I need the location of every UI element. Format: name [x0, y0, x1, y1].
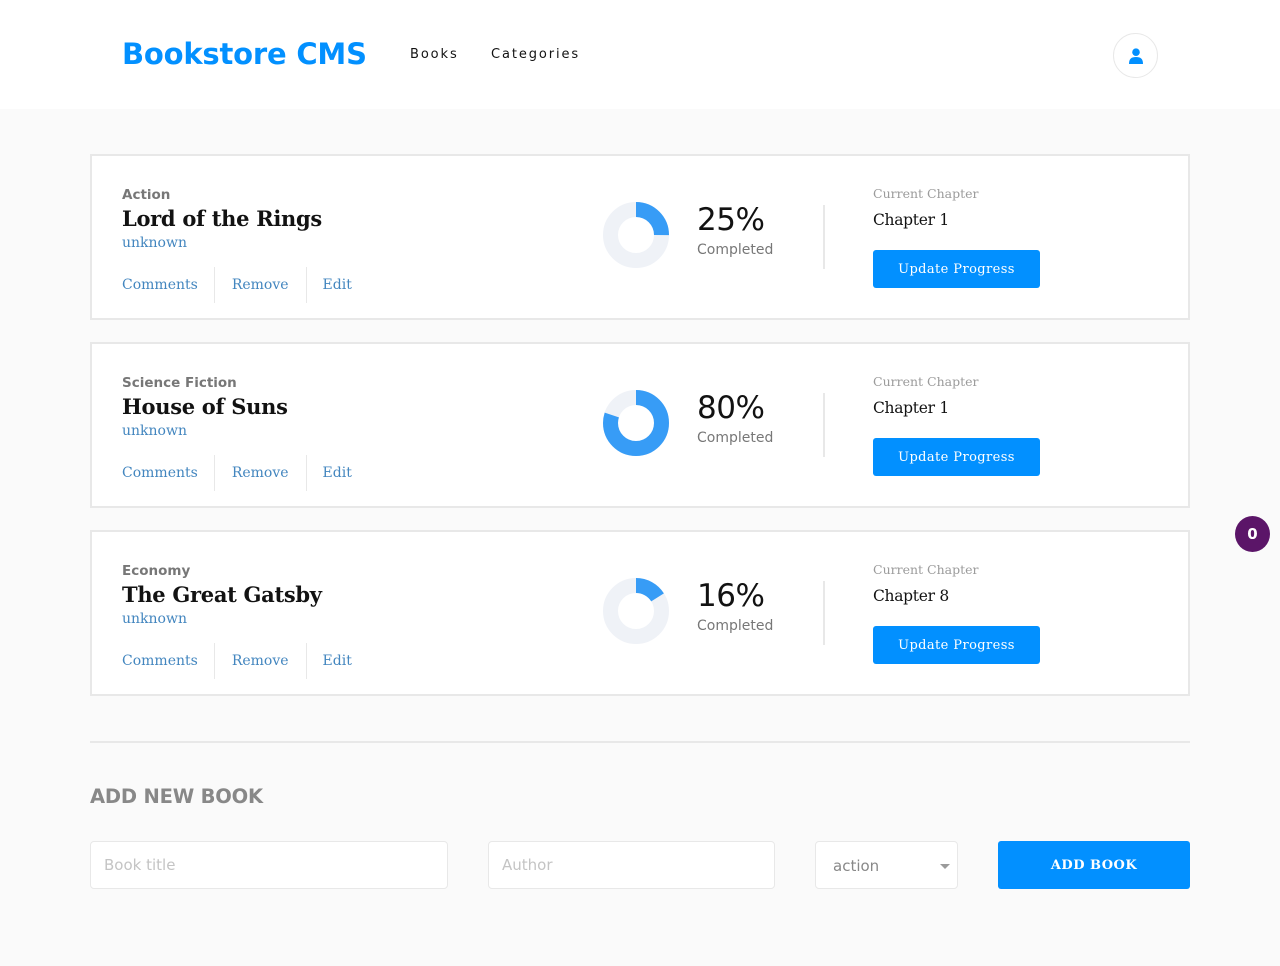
comments-button[interactable]: Comments	[122, 652, 214, 670]
remove-button[interactable]: Remove	[215, 276, 306, 294]
book-title: The Great Gatsby	[122, 582, 322, 607]
book-actions: Comments Remove Edit	[122, 455, 352, 491]
book-actions: Comments Remove Edit	[122, 267, 352, 303]
add-book-button[interactable]: ADD BOOK	[998, 841, 1190, 889]
progress-circle	[603, 390, 669, 456]
app-header: Bookstore CMS Books Categories	[0, 0, 1280, 109]
update-progress-button[interactable]: Update Progress	[873, 250, 1040, 288]
book-author[interactable]: unknown	[122, 234, 187, 252]
book-title: House of Suns	[122, 394, 288, 419]
book-card: Economy The Great Gatsby unknown Comment…	[90, 530, 1190, 696]
book-title: Lord of the Rings	[122, 206, 322, 231]
completed-label: Completed	[697, 242, 774, 258]
book-category: Action	[122, 187, 171, 203]
progress-percent: 25%	[697, 202, 765, 238]
current-chapter: Chapter 8	[873, 587, 949, 605]
progress-circle	[603, 578, 669, 644]
section-divider	[823, 581, 825, 645]
current-chapter-label: Current Chapter	[873, 186, 979, 201]
book-card: Science Fiction House of Suns unknown Co…	[90, 342, 1190, 508]
nav-categories-link[interactable]: Categories	[491, 46, 580, 64]
current-chapter-label: Current Chapter	[873, 562, 979, 577]
edit-button[interactable]: Edit	[307, 652, 352, 670]
category-select[interactable]: action	[815, 841, 958, 889]
book-card: Action Lord of the Rings unknown Comment…	[90, 154, 1190, 320]
completed-label: Completed	[697, 430, 774, 446]
completed-label: Completed	[697, 618, 774, 634]
update-progress-button[interactable]: Update Progress	[873, 438, 1040, 476]
caret-down-icon	[940, 864, 950, 869]
edit-button[interactable]: Edit	[307, 464, 352, 482]
progress-percent: 80%	[697, 390, 765, 426]
book-category: Science Fiction	[122, 375, 237, 391]
nav-books-link[interactable]: Books	[410, 46, 459, 64]
current-chapter: Chapter 1	[873, 211, 949, 229]
author-input[interactable]	[488, 841, 775, 889]
book-author[interactable]: unknown	[122, 610, 187, 628]
section-divider	[823, 205, 825, 269]
comments-button[interactable]: Comments	[122, 276, 214, 294]
add-book-heading: ADD NEW BOOK	[90, 785, 263, 808]
section-divider	[823, 393, 825, 457]
book-category: Economy	[122, 563, 191, 579]
current-chapter: Chapter 1	[873, 399, 949, 417]
user-button[interactable]	[1113, 33, 1158, 78]
remove-button[interactable]: Remove	[215, 464, 306, 482]
update-progress-button[interactable]: Update Progress	[873, 626, 1040, 664]
edit-button[interactable]: Edit	[307, 276, 352, 294]
app-logo[interactable]: Bookstore CMS	[122, 36, 367, 72]
floating-count-badge[interactable]: 0	[1235, 516, 1270, 552]
progress-percent: 16%	[697, 578, 765, 614]
book-actions: Comments Remove Edit	[122, 643, 352, 679]
book-author[interactable]: unknown	[122, 422, 187, 440]
remove-button[interactable]: Remove	[215, 652, 306, 670]
user-icon	[1128, 47, 1143, 64]
form-divider	[90, 741, 1190, 743]
progress-circle	[603, 202, 669, 268]
current-chapter-label: Current Chapter	[873, 374, 979, 389]
comments-button[interactable]: Comments	[122, 464, 214, 482]
category-select-value: action	[833, 857, 880, 875]
book-title-input[interactable]	[90, 841, 448, 889]
